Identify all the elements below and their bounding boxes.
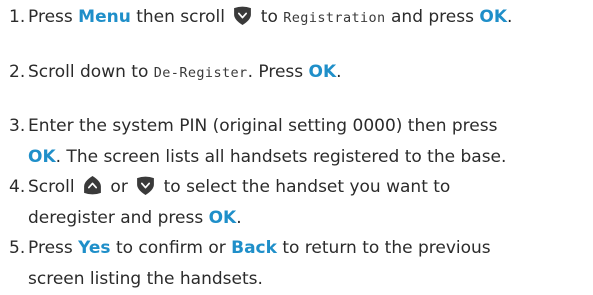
back-key-label: Back [231,238,277,258]
step-text: . Press [247,62,309,82]
display-text-registration: Registration [283,10,386,26]
yes-key-label: Yes [78,238,111,258]
step-text: Scroll [28,177,81,197]
ok-key-label: OK [28,147,56,167]
step-text: screen listing the handsets. [28,269,263,289]
scroll-down-icon [135,175,156,196]
display-text-de-register: De-Register [153,65,248,81]
step-text: Scroll down to [28,62,154,82]
step-text: deregister and press [28,208,209,228]
step-text: or [105,177,134,197]
step-text: . [507,7,513,27]
step-text: and press [385,7,480,27]
step-2: 2. Scroll down to De-Register. Press OK. [9,57,587,89]
ok-key-label: OK [308,62,337,82]
step-continuation: deregister and press OK. [9,203,587,234]
step-number: 5. [9,238,26,258]
step-text: . [236,208,242,228]
step-1: 1. Press Menu then scroll to Registration… [9,2,587,34]
step-text: then scroll [130,7,231,27]
step-number: 3. [9,116,26,136]
step-text: . The screen lists all handsets register… [55,147,507,167]
step-text: to confirm or [110,238,232,258]
step-number: 1. [9,7,26,27]
ok-key-label: OK [479,7,507,27]
step-text: to [255,7,284,27]
step-4: 4. Scroll or to select the handset you wa… [9,172,587,234]
step-number: 4. [9,177,26,197]
step-text: Press [28,238,79,258]
step-text: Enter the system PIN (original setting 0… [28,116,498,136]
step-text: . [336,62,342,82]
step-5: 5. Press Yes to confirm or Back to return… [9,233,587,295]
step-3: 3. Enter the system PIN (original setting… [9,111,587,173]
step-text: to select the handset you want to [158,177,451,197]
instruction-list: 1. Press Menu then scroll to Registration… [0,0,593,294]
step-continuation: screen listing the handsets. [9,264,587,295]
menu-key-label: Menu [78,7,131,27]
step-text: Press [28,7,79,27]
step-text: to return to the previous [276,238,491,258]
scroll-up-icon [82,175,103,196]
ok-key-label: OK [208,208,237,228]
scroll-down-icon [232,5,253,26]
step-continuation: OK. The screen lists all handsets regist… [9,142,587,173]
step-number: 2. [9,62,26,82]
